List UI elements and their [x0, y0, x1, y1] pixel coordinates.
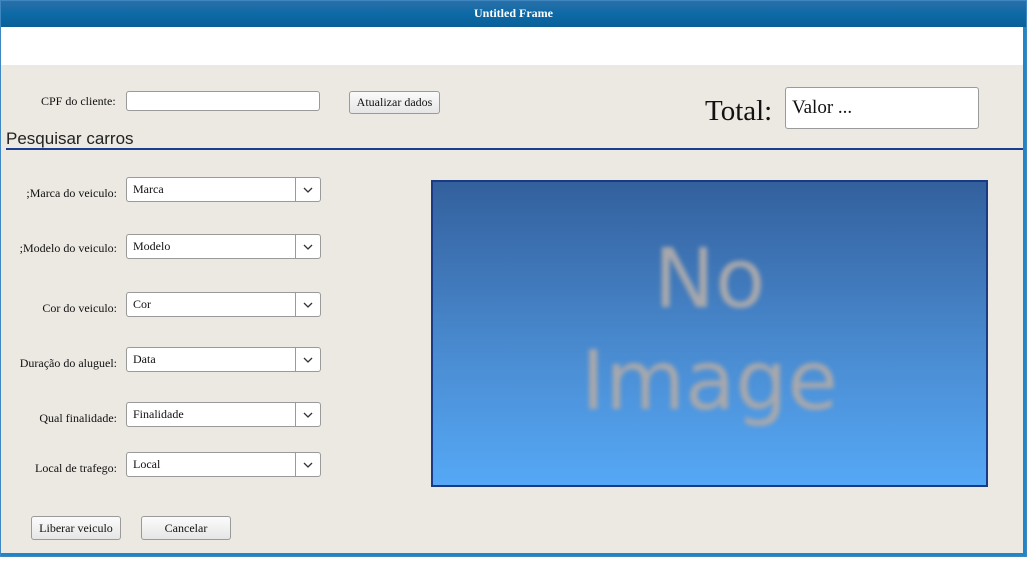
brand-select-value: Marca — [133, 182, 164, 196]
cpf-label: CPF do cliente: — [41, 94, 116, 108]
model-select-value: Modelo — [133, 239, 171, 253]
chevron-down-icon[interactable] — [295, 403, 320, 426]
field-label-traffic-location: Local de trafego: — [35, 461, 117, 475]
chevron-down-icon[interactable] — [295, 348, 320, 371]
cpf-input[interactable] — [126, 91, 320, 111]
color-select-value: Cor — [133, 297, 151, 311]
release-vehicle-button[interactable]: Liberar veiculo — [31, 516, 121, 540]
update-data-button[interactable]: Atualizar dados — [349, 91, 440, 114]
chevron-down-icon[interactable] — [295, 293, 320, 316]
section-divider — [6, 148, 1023, 150]
duration-select[interactable]: Data — [126, 347, 321, 372]
duration-select-value: Data — [133, 352, 156, 366]
menu-area — [1, 27, 1026, 65]
section-title: Pesquisar carros — [6, 129, 134, 148]
cancel-button[interactable]: Cancelar — [141, 516, 231, 540]
chevron-down-icon[interactable] — [295, 178, 320, 201]
chevron-down-icon[interactable] — [295, 453, 320, 476]
field-label-color: Cor do veiculo: — [42, 301, 117, 315]
purpose-select[interactable]: Finalidade — [126, 402, 321, 427]
field-label-duration: Duração do aluguel: — [19, 356, 117, 370]
color-select[interactable]: Cor — [126, 292, 321, 317]
field-label-purpose: Qual finalidade: — [39, 411, 117, 425]
no-image-text-line2: Image — [581, 334, 838, 429]
field-label-brand: ;Marca do veiculo: — [26, 186, 117, 200]
field-label-model: ;Modelo do veiculo: — [19, 241, 117, 255]
traffic-location-select-value: Local — [133, 457, 161, 471]
window-border-right — [1023, 27, 1026, 556]
traffic-location-select[interactable]: Local — [126, 452, 321, 477]
window-title: Untitled Frame — [1, 1, 1026, 27]
purpose-select-value: Finalidade — [133, 407, 184, 421]
total-label: Total: — [705, 95, 773, 127]
total-value-field[interactable]: Valor ... — [785, 87, 979, 129]
chevron-down-icon[interactable] — [295, 235, 320, 258]
window-border-bottom — [1, 553, 1026, 556]
application-window: Untitled Frame CPF do cliente: Atualizar… — [0, 0, 1027, 557]
no-image-text-line1: No — [653, 232, 766, 327]
brand-select[interactable]: Marca — [126, 177, 321, 202]
model-select[interactable]: Modelo — [126, 234, 321, 259]
car-image-placeholder: No Image — [431, 180, 988, 487]
